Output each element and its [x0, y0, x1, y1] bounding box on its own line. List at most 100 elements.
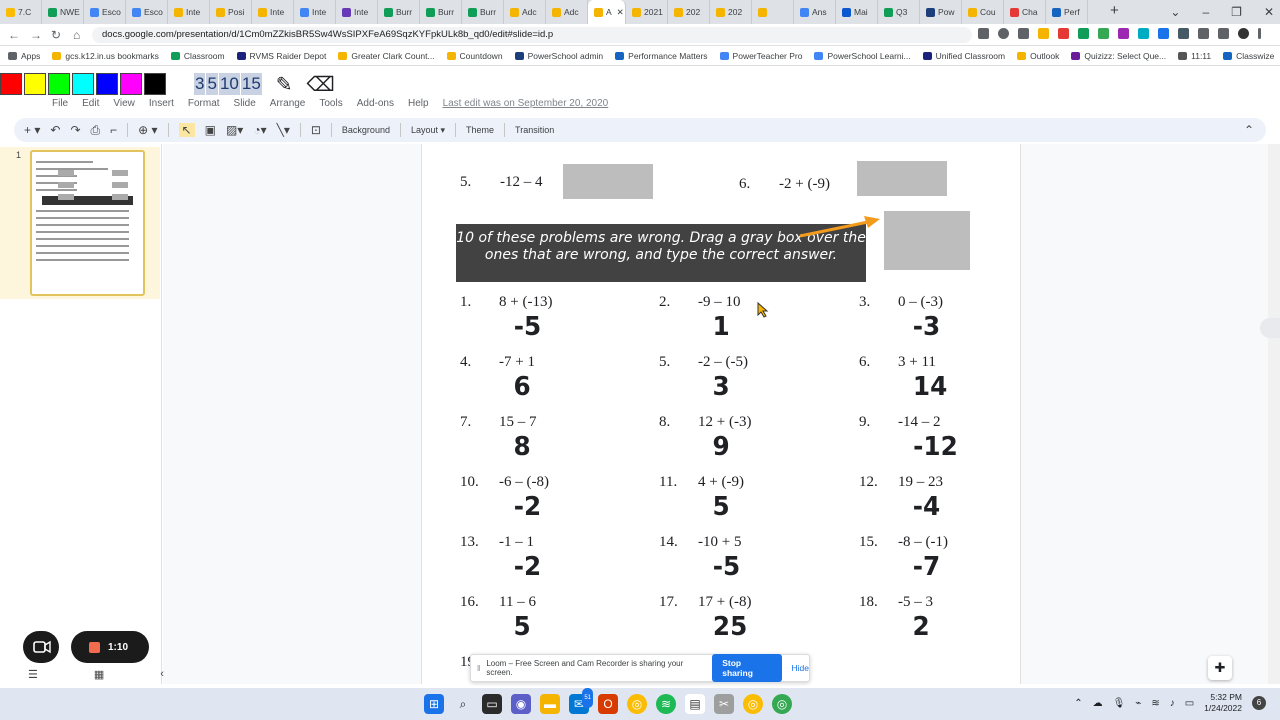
browser-tab[interactable]: Mai [836, 0, 878, 24]
extension-edit-icon[interactable] [1078, 28, 1089, 39]
camera-icon[interactable] [978, 28, 989, 39]
browser-tab[interactable]: Inte [294, 0, 336, 24]
stop-sharing-button[interactable]: Stop sharing [712, 654, 782, 682]
browser-tab[interactable] [752, 0, 794, 24]
browser-tab[interactable]: Burr [420, 0, 462, 24]
browser-tab[interactable]: Q3 [878, 0, 920, 24]
back-icon[interactable]: ← [8, 28, 20, 42]
file-explorer-icon[interactable]: ▬ [540, 694, 560, 714]
chat-icon[interactable]: ◉ [511, 694, 531, 714]
chrome-icon[interactable]: ◎ [627, 694, 647, 714]
minimize-button[interactable]: – [1202, 5, 1209, 19]
undo-icon[interactable]: ↶ [50, 123, 60, 137]
extension-purple-icon[interactable] [1118, 28, 1129, 39]
list-view-icon[interactable]: ☰ [28, 668, 38, 681]
url-field[interactable]: docs.google.com/presentation/d/1Cm0mZZki… [92, 27, 972, 43]
vertical-scrollbar[interactable] [1268, 144, 1280, 684]
app-icon[interactable]: ▤ [685, 694, 705, 714]
print-icon[interactable]: ⎙ [91, 123, 101, 138]
search-icon[interactable]: ⌕ [453, 694, 473, 714]
task-view-icon[interactable]: ▭ [482, 694, 502, 714]
redo-icon[interactable]: ↷ [70, 123, 80, 137]
menu-item[interactable]: Add-ons [357, 98, 394, 109]
color-swatch[interactable] [0, 73, 22, 95]
shape-icon[interactable]: ◔▾ [253, 123, 266, 137]
theme-button[interactable]: Theme [466, 125, 494, 135]
menu-item[interactable]: Arrange [270, 98, 306, 109]
browser-tab[interactable]: Adc [504, 0, 546, 24]
mail-icon[interactable]: ✉ 51 [569, 688, 593, 714]
image-icon[interactable]: ▨▾ [226, 123, 243, 137]
gray-answer-box[interactable] [857, 161, 947, 196]
zoom-icon[interactable] [998, 28, 1009, 39]
slide-canvas[interactable]: 5. -12 – 4 6. -2 + (-9) 10 of these prob… [421, 144, 1021, 684]
color-swatch[interactable] [48, 73, 70, 95]
close-window-button[interactable]: ✕ [1264, 5, 1274, 19]
line-icon[interactable]: ╲▾ [277, 123, 290, 137]
office-icon[interactable]: O [598, 694, 618, 714]
bookmark-item[interactable]: Performance Matters [615, 51, 708, 61]
gray-answer-box[interactable] [884, 211, 970, 270]
color-swatch[interactable] [120, 73, 142, 95]
extension-green-icon[interactable] [1098, 28, 1109, 39]
browser-tab[interactable]: Pow [920, 0, 962, 24]
color-swatch[interactable] [24, 73, 46, 95]
sidebar-icon[interactable] [1218, 28, 1229, 39]
paint-format-icon[interactable]: ⌐ [110, 123, 117, 137]
gray-answer-box[interactable] [563, 164, 653, 199]
menu-item[interactable]: File [52, 98, 68, 109]
volume-icon[interactable]: ♪ [1170, 698, 1175, 709]
tab-search-icon[interactable]: ⌄ [1170, 5, 1180, 19]
battery-icon[interactable]: ▭ [1185, 698, 1194, 709]
extension-red-icon[interactable] [1058, 28, 1069, 39]
chrome-profile-icon[interactable]: ◎ [743, 694, 763, 714]
bookmark-item[interactable]: Countdown [446, 51, 503, 61]
extension-gray-icon[interactable] [1178, 28, 1189, 39]
new-slide-icon[interactable]: + ▾ [24, 123, 40, 137]
pen-icon[interactable]: ✎ [276, 72, 293, 97]
background-button[interactable]: Background [342, 125, 390, 135]
profile-avatar-icon[interactable] [1238, 28, 1249, 39]
browser-tab[interactable]: Esco [126, 0, 168, 24]
forward-icon[interactable]: → [30, 28, 42, 42]
notification-badge[interactable]: 6 [1252, 696, 1266, 710]
bookmark-item[interactable]: 11:11 [1178, 51, 1211, 61]
bookmark-item[interactable]: RVMS Raider Depot [236, 51, 326, 61]
browser-tab[interactable]: NWE [42, 0, 84, 24]
bookmark-item[interactable]: Classroom [170, 51, 225, 61]
menu-item[interactable]: Format [188, 98, 220, 109]
menu-item[interactable]: Tools [319, 98, 342, 109]
browser-tab[interactable]: 7.C [0, 0, 42, 24]
pen-width-option[interactable]: 10 [218, 73, 240, 95]
menu-item[interactable]: Insert [149, 98, 174, 109]
start-icon[interactable]: ⊞ [424, 694, 444, 714]
collapse-toolbar-icon[interactable]: ⌃ [1244, 123, 1254, 137]
browser-tab[interactable]: Inte [252, 0, 294, 24]
menu-item[interactable]: Slide [234, 98, 256, 109]
microphone-icon[interactable]: 🎙 [1113, 698, 1126, 709]
layout-button[interactable]: Layout ▾ [411, 125, 445, 136]
browser-tab[interactable]: 202 [710, 0, 752, 24]
stop-recording-icon[interactable] [89, 641, 100, 653]
puzzle-icon[interactable] [1198, 28, 1209, 39]
browser-tab[interactable]: Adc [546, 0, 588, 24]
new-tab-button[interactable]: + [1110, 2, 1119, 19]
color-swatch[interactable] [144, 73, 166, 95]
browser-tab[interactable]: Esco [84, 0, 126, 24]
browser-tab[interactable]: Posi [210, 0, 252, 24]
menu-item[interactable]: Edit [82, 98, 99, 109]
loom-camera-button[interactable] [23, 631, 59, 663]
loom-recording-timer[interactable]: 1:10 [71, 631, 149, 663]
browser-tab[interactable]: 202 [668, 0, 710, 24]
chevron-up-icon[interactable]: ⌃ [1074, 698, 1082, 709]
bookmark-item[interactable]: Greater Clark Count... [338, 51, 435, 61]
bookmark-item[interactable]: Unified Classroom [922, 51, 1005, 61]
browser-tab[interactable]: A ✕ [588, 0, 626, 24]
share-icon[interactable] [1018, 28, 1029, 39]
extension-teal-icon[interactable] [1138, 28, 1149, 39]
cloud-icon[interactable]: ☁ [1093, 698, 1103, 709]
browser-tab[interactable]: 2021 [626, 0, 668, 24]
microphone-icon[interactable] [1260, 318, 1280, 338]
menu-dots-icon[interactable] [1258, 28, 1261, 39]
browser-tab[interactable]: Cou [962, 0, 1004, 24]
